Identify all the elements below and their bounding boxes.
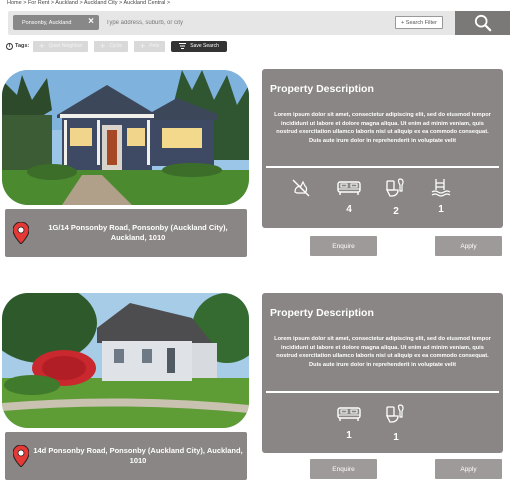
tag-label: Cycle [109,43,122,49]
property-photo[interactable] [2,293,249,428]
no-pets-feature [286,177,316,204]
bedrooms-count: 1 [346,430,352,441]
bathrooms-feature: 2 [381,177,411,217]
enquire-button[interactable]: Enquire [310,236,377,256]
search-filter-button[interactable]: + Search Filter [395,16,443,29]
address-card: 1G/14 Ponsonby Road, Ponsonby (Auckland … [5,209,247,257]
filter-icon [179,43,187,49]
description-card: Property Description Lorem ipsum dolor s… [262,293,503,453]
location-chip[interactable]: Ponsonby, Auckland × [13,15,99,30]
plus-icon: + [139,40,146,51]
bathrooms-count: 2 [393,206,399,217]
save-search-button[interactable]: Save Search [171,40,227,52]
description-card: Property Description Lorem ipsum dolor s… [262,69,503,228]
plus-icon: + [39,40,45,51]
enquire-button[interactable]: Enquire [310,459,377,479]
bathrooms-feature: 1 [381,403,411,443]
description-text: Lorem ipsum dolor sit amet, consectetur … [274,112,491,144]
address-card: 14d Ponsonby Road, Ponsonby (Auckland Ci… [5,432,247,480]
save-search-label: Save Search [190,43,219,49]
no-pets-icon [292,179,310,197]
tag-quiet-neighbor[interactable]: + Quiet Neighbor [33,40,89,52]
pool-feature: 1 [426,177,456,215]
search-icon [474,14,491,32]
search-button[interactable] [455,11,510,35]
tag-cycle[interactable]: + Cycle [94,40,128,52]
divider [266,166,499,168]
description-text: Lorem ipsum dolor sit amet, consectetur … [274,336,491,368]
property-listing: 14d Ponsonby Road, Ponsonby (Auckland Ci… [0,288,516,492]
property-photo[interactable] [2,70,249,205]
search-input[interactable] [106,17,356,29]
toilet-icon [385,178,404,197]
description-title: Property Description [270,83,374,95]
tag-pets[interactable]: + Pets [133,40,166,52]
property-address: 14d Ponsonby Road, Ponsonby (Auckland Ci… [33,446,243,465]
location-pin-icon [13,445,29,467]
tag-label: Pets [149,43,160,49]
description-title: Property Description [270,307,374,319]
apply-button[interactable]: Apply [435,236,502,256]
tag-label: Quiet Neighbor [48,43,83,49]
tags-bar: i Tags: + Quiet Neighbor + Cycle + Pets Sav… [6,40,227,52]
bedrooms-count: 4 [346,204,352,215]
location-pin-icon [13,222,29,244]
location-chip-label: Ponsonby, Auckland [22,19,72,26]
close-icon[interactable]: × [88,17,94,27]
property-address: 1G/14 Ponsonby Road, Ponsonby (Auckland … [48,223,228,242]
bed-icon [337,181,361,195]
pools-count: 1 [438,204,444,215]
info-icon: i [6,42,13,50]
property-listing: 1G/14 Ponsonby Road, Ponsonby (Auckland … [0,64,516,268]
breadcrumb[interactable]: Home > For Rent > Auckland > Auckland Ci… [7,0,170,6]
apply-button[interactable]: Apply [435,459,502,479]
plus-icon: + [100,40,106,51]
bedrooms-feature: 1 [334,403,364,441]
bed-icon [337,407,361,421]
toilet-icon [385,404,404,423]
pool-icon [431,179,451,197]
bedrooms-feature: 4 [334,177,364,215]
tags-label: Tags: [15,43,30,49]
bathrooms-count: 1 [393,432,399,443]
search-bar: Ponsonby, Auckland × + Search Filter [8,11,510,35]
divider [266,391,499,393]
